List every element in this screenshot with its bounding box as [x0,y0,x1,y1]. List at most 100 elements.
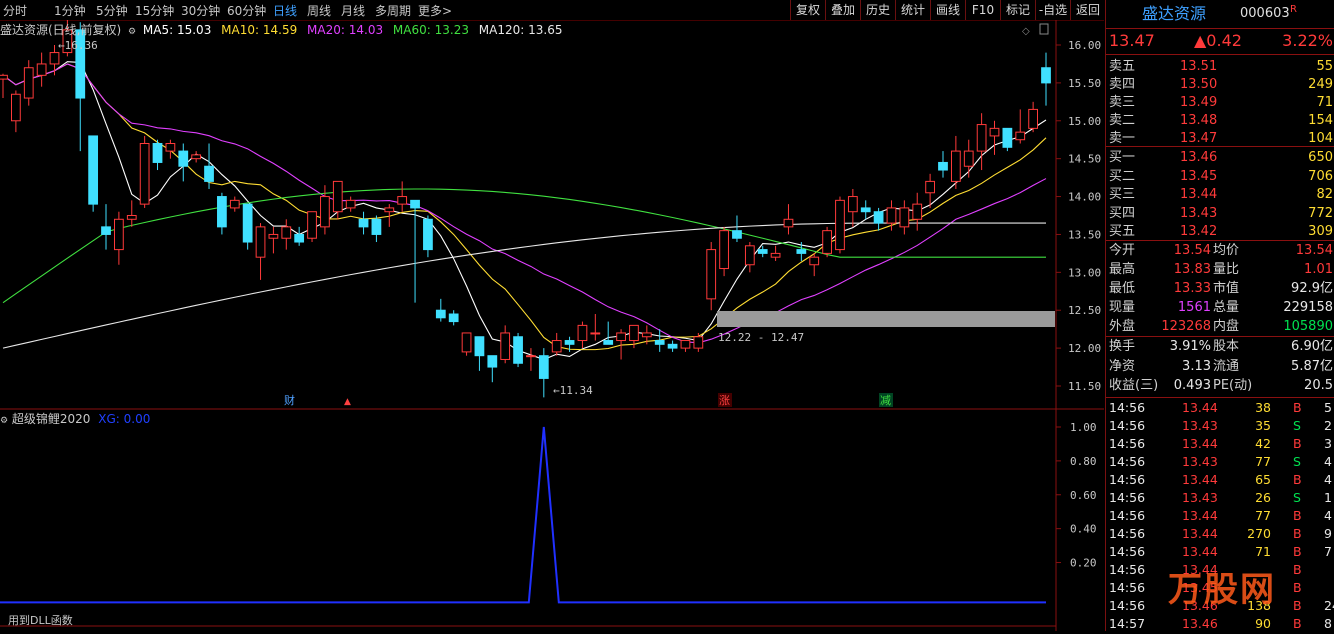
candle[interactable] [139,135,150,208]
candle[interactable] [191,151,202,163]
candle[interactable] [307,211,317,243]
tab-more[interactable]: 更多> [418,2,452,19]
tab-fenshi[interactable]: 分时 [3,2,27,19]
candle[interactable] [448,310,459,326]
draw-button[interactable]: 画线 [930,0,965,20]
candle[interactable] [229,196,240,212]
candle[interactable] [152,139,163,171]
trade-row: 14:56 13.43 26 S 1 [1106,489,1334,507]
chart-area[interactable]: 16.00 15.50 15.00 14.50 14.00 13.50 13.00 12.50… [0,17,1104,631]
panel-toggle-icon[interactable] [1039,23,1049,35]
candle[interactable] [873,207,884,231]
candle[interactable] [770,245,781,261]
candle[interactable] [744,242,755,273]
candle[interactable] [358,211,369,235]
marker-up-arrow[interactable]: ▲ [344,397,351,407]
candle[interactable] [294,226,305,246]
tab-5min[interactable]: 5分钟 [96,2,128,19]
diamond-icon[interactable]: ◇ [1022,26,1030,37]
candle[interactable] [1015,109,1026,144]
f10-button[interactable]: F10 [965,0,1000,20]
candle[interactable] [1002,127,1013,152]
candle[interactable] [255,223,266,280]
candle[interactable] [461,332,472,356]
candle[interactable] [938,151,948,178]
candle[interactable] [1028,101,1039,133]
candle[interactable] [217,192,227,235]
stat-value: 3.13 [1182,358,1211,374]
candle[interactable] [577,321,588,349]
candle[interactable] [36,52,47,87]
candle[interactable] [526,348,536,371]
tab-1min[interactable]: 1分钟 [54,2,86,19]
tab-weekly[interactable]: 周线 [307,2,331,19]
candle[interactable] [590,314,601,341]
candle[interactable] [667,340,678,352]
settings-icon[interactable]: ⚙ [128,27,136,37]
candle[interactable] [680,340,691,352]
fuquan-button[interactable]: 复权 [790,0,825,20]
candle[interactable] [809,253,820,277]
tab-daily[interactable]: 日线 [273,2,297,19]
candle[interactable] [732,215,742,243]
tab-60min[interactable]: 60分钟 [227,2,266,19]
tab-30min[interactable]: 30分钟 [181,2,220,19]
candle[interactable] [989,120,1000,155]
candle[interactable] [616,329,626,360]
marker-cai[interactable]: 财 [284,393,295,407]
candle[interactable] [0,73,8,99]
stat-value: 229158 [1283,300,1333,315]
candle[interactable] [371,215,382,243]
candle[interactable] [242,203,253,250]
back-button[interactable]: 返回 [1070,0,1105,20]
marker-zhang[interactable]: 涨 [719,394,730,407]
candle[interactable] [500,325,511,364]
candle[interactable] [899,200,910,235]
candle[interactable] [719,226,729,277]
mark-button[interactable]: 标记 [1000,0,1035,20]
kline-chart[interactable]: 16.00 15.50 15.00 14.50 14.00 13.50 13.00 12.50… [0,17,1104,631]
candle[interactable] [1041,52,1051,106]
candle[interactable] [950,135,961,189]
candle[interactable] [88,135,99,212]
candle[interactable] [23,60,34,106]
indicator-settings-icon[interactable]: ⚙ [0,416,8,426]
candle[interactable] [101,204,111,250]
candle[interactable] [474,336,485,371]
tab-multi[interactable]: 多周期 [375,2,411,19]
candle[interactable] [204,143,214,189]
candle[interactable] [860,200,871,220]
candle[interactable] [976,113,987,171]
candle[interactable] [513,332,523,368]
candle[interactable] [835,196,845,254]
candle[interactable] [912,192,923,231]
candle[interactable] [345,196,356,212]
tab-monthly[interactable]: 月线 [341,2,365,19]
marker-jian[interactable]: 减 [880,394,891,407]
candle[interactable] [114,211,124,265]
candle[interactable] [538,348,549,398]
candle[interactable] [963,139,974,178]
stats-button[interactable]: 统计 [895,0,930,20]
candle[interactable] [165,139,176,159]
candle[interactable] [10,90,21,133]
trade-time: 14:56 [1109,436,1146,451]
watchlist-button[interactable]: -自选 [1035,0,1070,20]
candle[interactable] [706,242,717,311]
candle[interactable] [397,181,408,212]
candle[interactable] [603,321,614,345]
candle[interactable] [178,143,189,182]
candle[interactable] [423,215,433,258]
candle[interactable] [822,226,832,258]
candle[interactable] [435,298,446,322]
candle[interactable] [487,355,498,383]
tab-15min[interactable]: 15分钟 [135,2,174,19]
candle[interactable] [551,332,562,356]
candle[interactable] [847,188,858,227]
candle[interactable] [783,204,794,235]
candle[interactable] [126,200,137,227]
overlay-button[interactable]: 叠加 [825,0,860,20]
history-button[interactable]: 历史 [860,0,895,20]
candle[interactable] [268,226,279,254]
candle[interactable] [281,219,292,250]
